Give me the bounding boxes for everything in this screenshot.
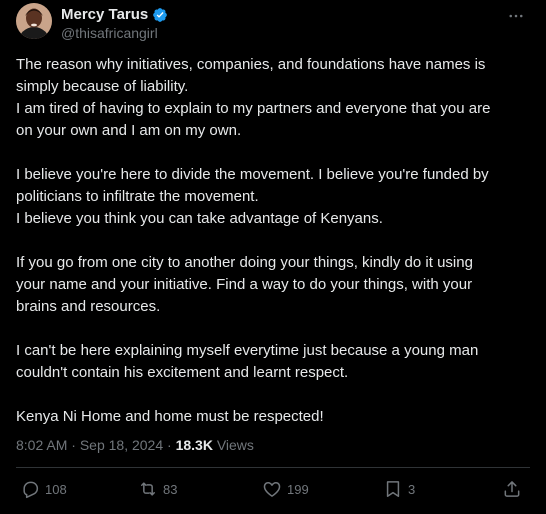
reply-button[interactable]: 108 — [20, 479, 67, 499]
tweet-metadata: 8:02 AM · Sep 18, 2024 · 18.3K Views — [16, 436, 254, 454]
tweet-line: Kenya Ni Home and home must be respected… — [16, 408, 324, 425]
tweet-paragraph: The reason why initiatives, companies, a… — [16, 54, 528, 142]
bookmark-count: 3 — [408, 481, 416, 497]
more-options-icon[interactable] — [506, 6, 526, 26]
verified-badge-icon — [152, 7, 168, 23]
repost-icon — [138, 479, 158, 499]
repost-count: 83 — [163, 481, 178, 497]
bookmark-icon — [383, 479, 403, 499]
tweet-line: on your own and I am on my own. — [16, 122, 242, 139]
tweet-line: The reason why initiatives, companies, a… — [16, 56, 486, 73]
divider — [16, 467, 530, 468]
share-icon — [502, 479, 522, 499]
tweet-line: couldn't contain his excitement and lear… — [16, 364, 349, 381]
avatar-image — [16, 3, 52, 39]
like-count: 199 — [287, 481, 309, 497]
views-count[interactable]: 18.3K — [176, 437, 213, 453]
tweet-time[interactable]: 8:02 AM — [16, 437, 67, 453]
tweet-line: I believe you're here to divide the move… — [16, 166, 489, 183]
tweet-paragraph: I can't be here explaining myself everyt… — [16, 340, 528, 384]
tweet-line: I believe you think you can take advanta… — [16, 210, 383, 227]
tweet[interactable]: Mercy Tarus @thisafricangirl The reason … — [0, 0, 546, 514]
avatar[interactable] — [16, 3, 52, 39]
tweet-text: The reason why initiatives, companies, a… — [16, 54, 528, 428]
tweet-line: simply because of liability. — [16, 78, 189, 95]
tweet-paragraph: If you go from one city to another doing… — [16, 252, 528, 318]
meta-separator: · — [71, 437, 76, 453]
reply-icon — [20, 479, 40, 499]
user-name-row: Mercy Tarus — [61, 6, 168, 24]
like-button[interactable]: 199 — [262, 479, 309, 499]
tweet-line: your name and your initiative. Find a wa… — [16, 276, 473, 293]
action-bar: 108 83 199 3 — [0, 479, 546, 501]
tweet-line: I am tired of having to explain to my pa… — [16, 100, 491, 117]
tweet-date[interactable]: Sep 18, 2024 — [80, 437, 163, 453]
views-label: Views — [216, 437, 254, 453]
reply-count: 108 — [45, 481, 67, 497]
tweet-line: If you go from one city to another doing… — [16, 254, 473, 271]
repost-button[interactable]: 83 — [138, 479, 177, 499]
tweet-paragraph: I believe you're here to divide the move… — [16, 164, 528, 230]
share-button[interactable] — [502, 479, 522, 499]
bookmark-button[interactable]: 3 — [383, 479, 415, 499]
tweet-line: brains and resources. — [16, 298, 161, 315]
display-name[interactable]: Mercy Tarus — [61, 6, 148, 24]
heart-icon — [262, 479, 282, 499]
tweet-paragraph: Kenya Ni Home and home must be respected… — [16, 406, 528, 428]
tweet-line: politicians to infiltrate the movement. — [16, 188, 259, 205]
meta-separator: · — [167, 437, 172, 453]
user-handle[interactable]: @thisafricangirl — [61, 25, 158, 42]
tweet-line: I can't be here explaining myself everyt… — [16, 342, 479, 359]
